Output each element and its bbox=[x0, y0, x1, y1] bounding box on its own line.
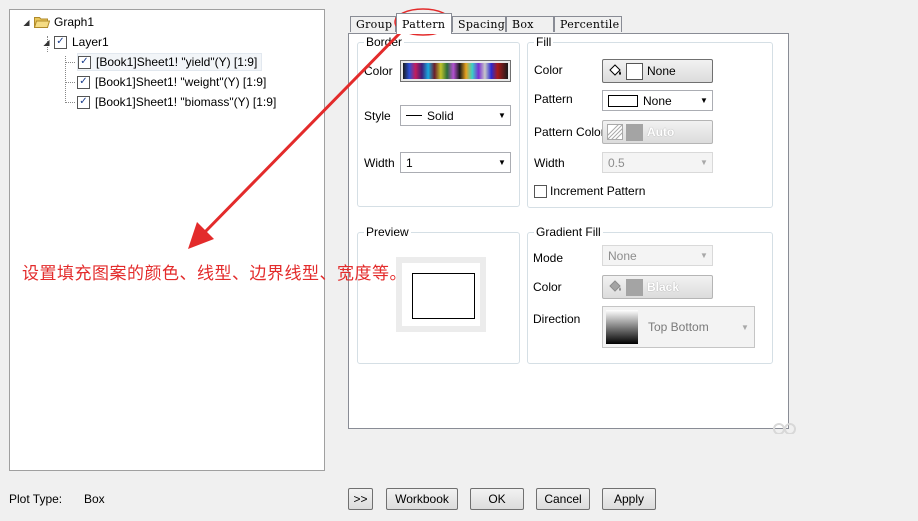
border-width-label: Width bbox=[364, 156, 395, 170]
plot-type-label: Plot Type: bbox=[9, 492, 63, 506]
gradient-fill-title: Gradient Fill bbox=[534, 225, 603, 239]
border-color-label: Color bbox=[364, 64, 393, 78]
chevron-down-icon[interactable]: ▼ bbox=[736, 323, 754, 332]
gradient-color-swatch bbox=[626, 278, 643, 296]
gradient-direction-value: Top Bottom bbox=[648, 320, 709, 334]
tree-node-layer[interactable]: ◢ ✓ Layer1 bbox=[42, 33, 109, 51]
gradient-direction-label: Direction bbox=[533, 312, 581, 326]
chevron-down-icon[interactable]: ▼ bbox=[696, 153, 712, 172]
border-width-dropdown[interactable]: 1 ▼ bbox=[400, 152, 511, 173]
gradient-mode-dropdown[interactable]: None ▼ bbox=[602, 245, 713, 266]
gradient-color-value: Black bbox=[647, 280, 680, 294]
tree-item-label: [Book1]Sheet1! "weight"(Y) [1:9] bbox=[95, 75, 267, 89]
tree-item-label: [Book1]Sheet1! "biomass"(Y) [1:9] bbox=[95, 95, 277, 109]
expand-button[interactable]: >> bbox=[348, 488, 373, 510]
cancel-button[interactable]: Cancel bbox=[536, 488, 590, 510]
tree-node-layer-label: Layer1 bbox=[72, 35, 109, 49]
fill-color-swatch bbox=[626, 62, 643, 80]
pattern-tab-panel: Border Color Style Solid ▼ Width 1 ▼ Fil… bbox=[348, 33, 789, 429]
fill-width-value: 0.5 bbox=[608, 155, 625, 170]
tab-percentile[interactable]: Percentile bbox=[554, 16, 622, 32]
preview-box bbox=[412, 273, 475, 319]
fill-color-button[interactable]: None bbox=[602, 59, 713, 83]
collapse-triangle-icon[interactable]: ◢ bbox=[42, 38, 51, 47]
collapse-triangle-icon[interactable]: ◢ bbox=[22, 18, 31, 27]
border-style-label: Style bbox=[364, 109, 391, 123]
pattern-color-button[interactable]: Auto bbox=[602, 120, 713, 144]
fill-width-dropdown[interactable]: 0.5 ▼ bbox=[602, 152, 713, 173]
increment-pattern-checkbox[interactable] bbox=[534, 184, 547, 198]
solid-line-icon bbox=[406, 115, 422, 116]
annotation-text: 设置填充图案的颜色、线型、边界线型、宽度等。 bbox=[22, 264, 407, 284]
resize-grip-icon bbox=[773, 423, 796, 434]
gradient-mode-label: Mode bbox=[533, 251, 564, 265]
preview-group-title: Preview bbox=[364, 225, 411, 239]
chevron-down-icon[interactable]: ▼ bbox=[696, 246, 712, 265]
gradient-color-button[interactable]: Black bbox=[602, 275, 713, 299]
preview-group: Preview bbox=[357, 225, 520, 364]
gradient-mode-value: None bbox=[608, 248, 637, 263]
ok-button[interactable]: OK bbox=[470, 488, 524, 510]
plot-tree-panel[interactable]: ◢ Graph1 ◢ ✓ Layer1 ✓ [Book1]Sheet1! "yi… bbox=[9, 9, 325, 471]
border-style-dropdown[interactable]: Solid ▼ bbox=[400, 105, 511, 126]
tab-box[interactable]: Box bbox=[506, 16, 554, 32]
fill-group-title: Fill bbox=[534, 35, 554, 49]
pattern-swatch bbox=[608, 94, 638, 107]
pattern-color-swatch bbox=[626, 123, 643, 141]
plot-checkbox[interactable]: ✓ bbox=[77, 75, 90, 89]
layer-checkbox[interactable]: ✓ bbox=[54, 35, 67, 49]
fill-color-label: Color bbox=[534, 63, 563, 77]
pattern-color-label: Pattern Color bbox=[534, 125, 605, 139]
fill-pattern-label: Pattern bbox=[534, 92, 573, 106]
fill-group: Fill Color None Pattern None ▼ Pattern C… bbox=[527, 35, 773, 208]
paint-bucket-icon bbox=[609, 64, 621, 76]
tab-group[interactable]: Group bbox=[350, 16, 396, 32]
tree-node-graph-label: Graph1 bbox=[54, 15, 95, 29]
pattern-color-value: Auto bbox=[647, 125, 675, 139]
increment-pattern-label: Increment Pattern bbox=[550, 184, 646, 198]
chevron-down-icon[interactable]: ▼ bbox=[494, 106, 510, 125]
gradient-color-label: Color bbox=[533, 280, 562, 294]
workbook-button[interactable]: Workbook bbox=[386, 488, 458, 510]
chevron-down-icon[interactable]: ▼ bbox=[696, 91, 712, 110]
folder-open-icon bbox=[34, 17, 50, 28]
hatch-pattern-icon bbox=[607, 124, 623, 140]
fill-color-value: None bbox=[647, 64, 676, 78]
tree-node-graph[interactable]: ◢ Graph1 bbox=[22, 13, 94, 31]
gradient-direction-dropdown[interactable]: Top Bottom ▼ bbox=[602, 306, 755, 348]
increment-pattern-checkbox-row[interactable]: Increment Pattern bbox=[534, 184, 645, 198]
plot-checkbox[interactable]: ✓ bbox=[78, 55, 91, 69]
border-width-value: 1 bbox=[406, 155, 413, 170]
tree-item[interactable]: ✓ [Book1]Sheet1! "biomass"(Y) [1:9] bbox=[77, 93, 276, 111]
chevron-down-icon[interactable]: ▼ bbox=[494, 153, 510, 172]
tree-item-label: [Book1]Sheet1! "yield"(Y) [1:9] bbox=[96, 55, 258, 69]
plot-checkbox[interactable]: ✓ bbox=[77, 95, 90, 109]
fill-pattern-dropdown[interactable]: None ▼ bbox=[602, 90, 713, 111]
tab-spacing[interactable]: Spacing bbox=[452, 16, 506, 32]
paint-bucket-icon bbox=[609, 280, 621, 292]
plot-type-value: Box bbox=[84, 492, 105, 506]
border-color-button[interactable] bbox=[400, 60, 511, 82]
gradient-fill-group: Gradient Fill Mode None ▼ Color Black Di… bbox=[527, 225, 773, 364]
tree-item[interactable]: ✓ [Book1]Sheet1! "yield"(Y) [1:9] bbox=[77, 53, 263, 71]
border-group-title: Border bbox=[364, 35, 405, 49]
apply-button[interactable]: Apply bbox=[602, 488, 656, 510]
border-style-value: Solid bbox=[427, 108, 454, 123]
tab-pattern[interactable]: Pattern bbox=[396, 13, 452, 34]
tree-item[interactable]: ✓ [Book1]Sheet1! "weight"(Y) [1:9] bbox=[77, 73, 266, 91]
fill-pattern-value: None bbox=[643, 93, 672, 108]
gradient-preview-swatch bbox=[606, 310, 638, 344]
fill-width-label: Width bbox=[534, 156, 565, 170]
color-palette-swatch bbox=[403, 63, 508, 79]
preview-frame bbox=[396, 257, 486, 332]
border-group: Border Color Style Solid ▼ Width 1 ▼ bbox=[357, 35, 520, 207]
